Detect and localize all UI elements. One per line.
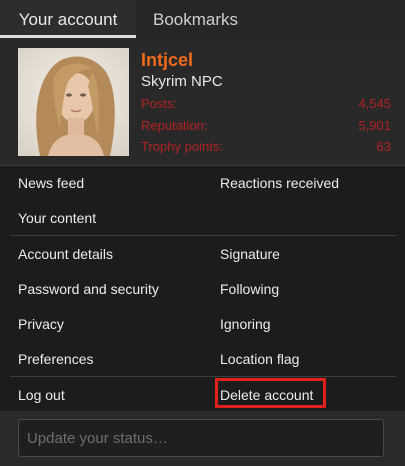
stat-label: Trophy points: — [141, 139, 223, 154]
tab-your-account[interactable]: Your account — [0, 0, 136, 38]
stat-reputation[interactable]: Reputation: 5,901 — [141, 118, 391, 133]
tab-bookmarks[interactable]: Bookmarks — [153, 0, 238, 38]
link-your-content[interactable]: Your content — [18, 210, 96, 226]
link-reactions-received[interactable]: Reactions received — [220, 175, 339, 191]
stat-trophy-points[interactable]: Trophy points: 63 — [141, 139, 391, 154]
link-password-security[interactable]: Password and security — [18, 281, 159, 297]
divider — [10, 235, 396, 236]
link-signature[interactable]: Signature — [220, 246, 280, 262]
divider — [10, 376, 396, 377]
stat-value: 63 — [376, 139, 391, 154]
tab-bar: Your account Bookmarks — [0, 0, 405, 38]
account-menu-panel: Your account Bookmarks Intjcel Skyrim NP… — [0, 0, 405, 466]
account-header: Intjcel Skyrim NPC Posts: 4,545 Reputati… — [0, 38, 405, 166]
stat-posts[interactable]: Posts: 4,545 — [141, 96, 391, 111]
username[interactable]: Intjcel — [141, 50, 193, 71]
status-input[interactable]: Update your status… — [18, 419, 384, 457]
status-section: Update your status… — [0, 411, 405, 466]
link-location-flag[interactable]: Location flag — [220, 351, 299, 367]
link-privacy[interactable]: Privacy — [18, 316, 64, 332]
stat-label: Posts: — [141, 96, 178, 111]
link-following[interactable]: Following — [220, 281, 279, 297]
link-ignoring[interactable]: Ignoring — [220, 316, 271, 332]
stat-label: Reputation: — [141, 118, 208, 133]
link-preferences[interactable]: Preferences — [18, 351, 93, 367]
user-title: Skyrim NPC — [141, 73, 223, 90]
avatar[interactable] — [18, 48, 129, 156]
stat-value: 5,901 — [358, 118, 391, 133]
link-delete-account[interactable]: Delete account — [220, 387, 313, 403]
stat-value: 4,545 — [358, 96, 391, 111]
link-news-feed[interactable]: News feed — [18, 175, 84, 191]
link-account-details[interactable]: Account details — [18, 246, 113, 262]
link-log-out[interactable]: Log out — [18, 387, 65, 403]
